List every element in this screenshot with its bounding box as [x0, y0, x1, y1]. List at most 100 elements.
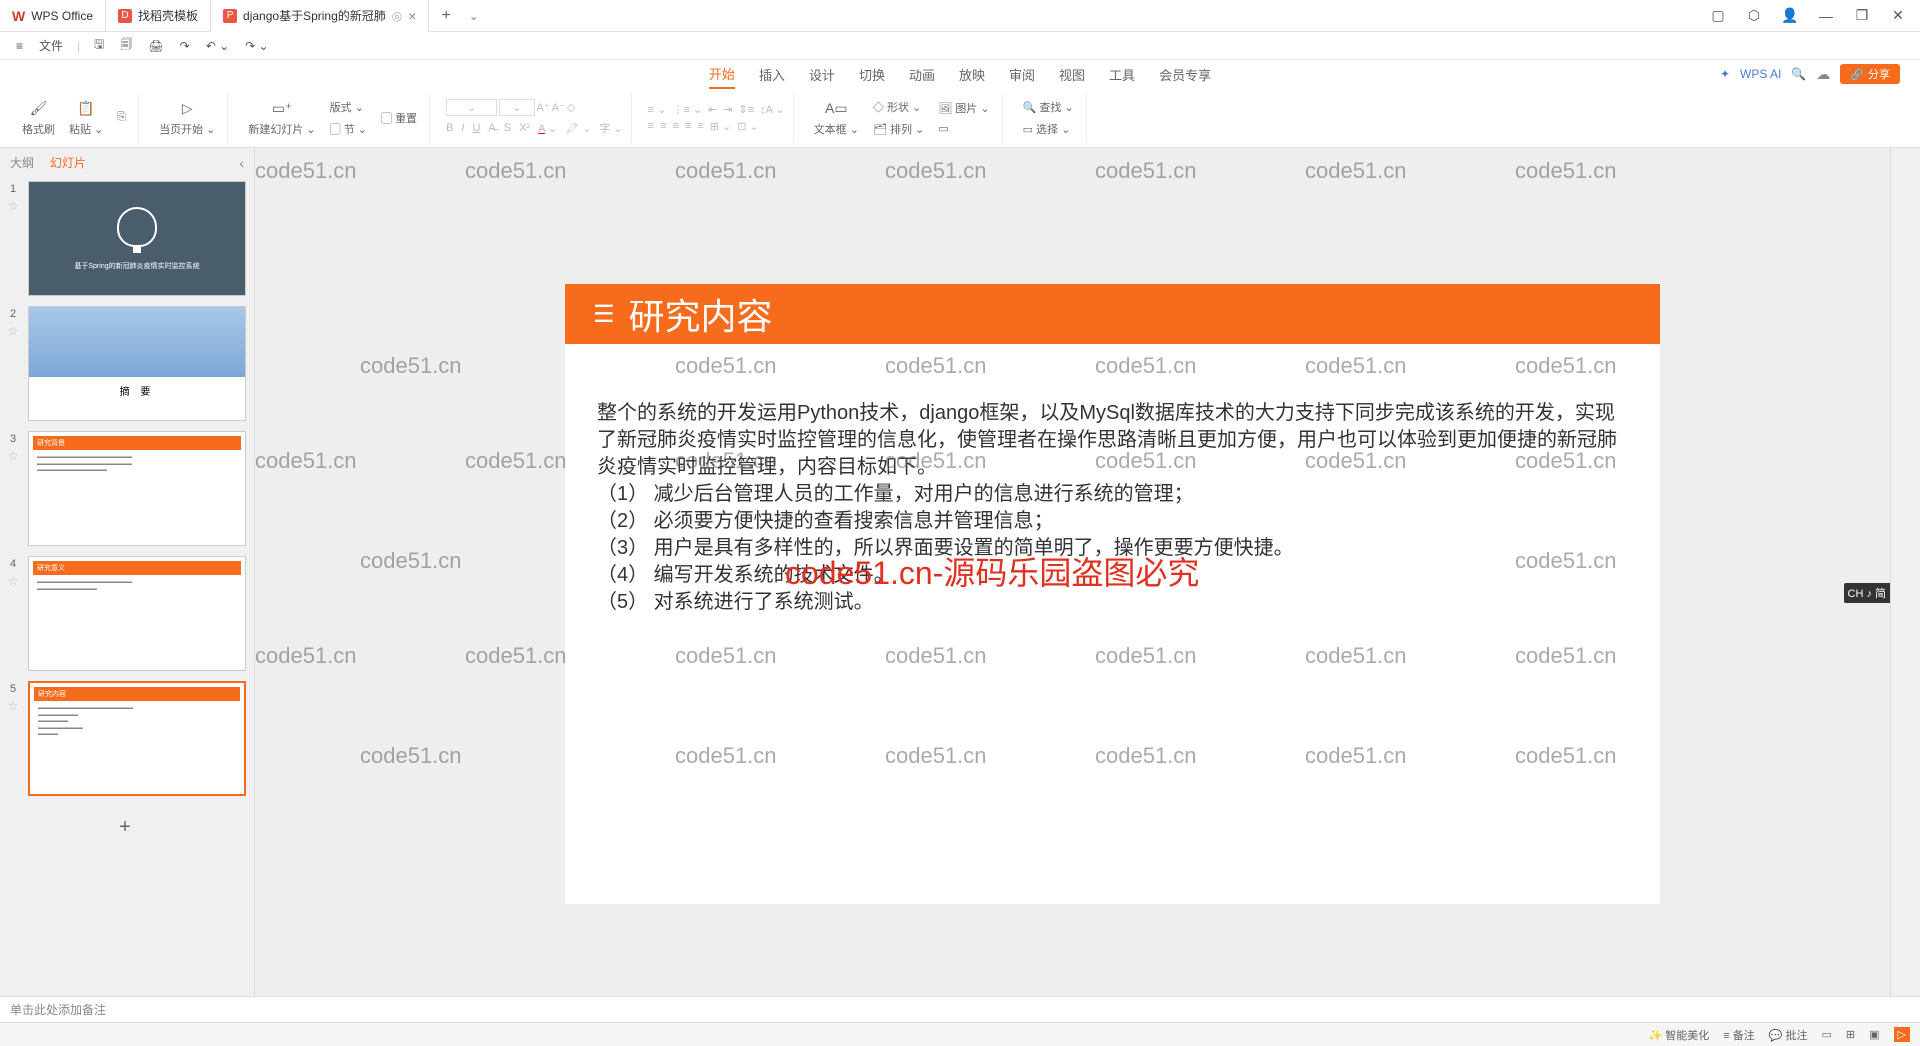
align-center-icon[interactable]: ≡	[660, 120, 666, 132]
slide-thumbnail-4[interactable]: 4☆ 研究意义 ▬▬▬▬▬▬▬▬▬▬▬▬▬▬▬▬▬▬▬▬▬▬▬▬▬▬▬▬▬▬▬	[4, 556, 246, 671]
shapes-button[interactable]: ◇ 形状 ⌄	[869, 97, 928, 117]
paste-button[interactable]: 📋 粘贴 ⌄	[65, 97, 107, 139]
notes-area[interactable]: 单击此处添加备注	[0, 996, 1920, 1022]
undo-icon[interactable]: ↶ ⌄	[200, 37, 235, 55]
font-selector[interactable]: ⌄	[446, 99, 497, 116]
font-color-arrow[interactable]: A ⌄	[538, 122, 557, 135]
ribbon-tab-slideshow[interactable]: 放映	[959, 61, 985, 88]
notes-toggle[interactable]: ≡ 备注	[1723, 1027, 1754, 1043]
right-properties-sidebar[interactable]	[1890, 148, 1920, 996]
outline-tab[interactable]: 大纲	[10, 154, 34, 171]
arrange-button[interactable]: 🗂 排列 ⌄	[869, 119, 928, 139]
star-icon[interactable]: ☆	[8, 574, 19, 588]
redo-icon[interactable]: ↷ ⌄	[239, 37, 274, 55]
cloud-icon[interactable]: ☁	[1816, 66, 1830, 83]
decrease-indent-icon[interactable]: ⇤	[708, 103, 717, 116]
star-icon[interactable]: ☆	[8, 324, 19, 338]
account-icon[interactable]: 👤	[1776, 2, 1804, 30]
superscript-icon[interactable]: X²	[519, 122, 530, 134]
reset-button[interactable]: ▢ 重置	[377, 108, 421, 128]
clear-format-icon[interactable]: ◇	[567, 101, 575, 114]
underline-icon[interactable]: U	[472, 122, 480, 134]
close-window-button[interactable]: ✕	[1884, 2, 1912, 30]
add-tab-button[interactable]: +	[429, 7, 462, 25]
strike-icon[interactable]: S	[504, 122, 511, 134]
select-button[interactable]: ▭ 选择 ⌄	[1019, 119, 1078, 139]
ribbon-tab-design[interactable]: 设计	[809, 61, 835, 88]
tab-wps-office[interactable]: W WPS Office	[0, 0, 106, 32]
font-size-selector[interactable]: ⌄	[499, 99, 534, 116]
align-right-icon[interactable]: ≡	[673, 120, 679, 132]
numbering-icon[interactable]: ⋮≡ ⌄	[672, 103, 702, 116]
comments-toggle[interactable]: 💬 批注	[1769, 1027, 1808, 1043]
align-dist-icon[interactable]: ≡	[697, 120, 703, 132]
tab-dropdown-icon[interactable]: ⌄	[469, 9, 479, 23]
bold-icon[interactable]: B	[446, 122, 453, 134]
search-icon[interactable]: 🔍	[1791, 67, 1806, 81]
increase-font-icon[interactable]: A⁺	[537, 101, 550, 114]
add-slide-button[interactable]: +	[4, 806, 246, 849]
columns-icon[interactable]: ⊞ ⌄	[710, 120, 732, 133]
layout-button[interactable]: 版式 ⌄	[326, 97, 371, 117]
close-icon[interactable]: ×	[408, 8, 416, 24]
section-button[interactable]: ▢ 节 ⌄	[326, 119, 371, 139]
print-preview-icon[interactable]: 🖨	[142, 37, 169, 55]
align-justify-icon[interactable]: ≡	[685, 120, 691, 132]
save-icon[interactable]: 🖫	[88, 33, 110, 58]
slide-content[interactable]: ☰ 研究内容 整个的系统的开发运用Python技术，django框架，以及MyS…	[565, 284, 1660, 904]
strikethrough-icon[interactable]: A̶	[488, 122, 495, 134]
pictures-button[interactable]: 🖼 图片 ⌄	[934, 98, 993, 118]
tab-menu-icon[interactable]: ◎	[392, 9, 402, 23]
smart-beautify-button[interactable]: ✨ 智能美化	[1648, 1027, 1709, 1043]
menu-icon[interactable]: ≡	[10, 37, 29, 55]
view-reading-icon[interactable]: ▣	[1869, 1028, 1879, 1041]
print-icon[interactable]: 🗐	[114, 33, 138, 58]
ime-indicator[interactable]: CH ♪ 简	[1844, 583, 1891, 603]
increase-indent-icon[interactable]: ⇥	[723, 103, 732, 116]
cube-icon[interactable]: ⬡	[1740, 2, 1768, 30]
find-button[interactable]: 🔍 查找 ⌄	[1019, 97, 1078, 117]
bullets-icon[interactable]: ≡ ⌄	[648, 103, 667, 116]
tab-daoke[interactable]: D 找稻壳模板	[106, 0, 211, 32]
textbox-button[interactable]: A▭ 文本框 ⌄	[810, 97, 863, 139]
slide-canvas-area[interactable]: ☰ 研究内容 整个的系统的开发运用Python技术，django框架，以及MyS…	[255, 148, 1890, 996]
star-icon[interactable]: ☆	[8, 199, 19, 213]
format-painter-button[interactable]: 🖌 格式刷	[18, 97, 59, 139]
slides-tab[interactable]: 幻灯片	[50, 154, 86, 171]
star-icon[interactable]: ☆	[8, 699, 19, 713]
view-normal-icon[interactable]: ▭	[1822, 1028, 1832, 1041]
play-from-current-button[interactable]: ▷ 当页开始 ⌄	[155, 97, 219, 139]
ribbon-tab-vip[interactable]: 会员专享	[1159, 61, 1211, 88]
maximize-button[interactable]: ❐	[1848, 2, 1876, 30]
minimize-button[interactable]: —	[1812, 2, 1840, 30]
align-left-icon[interactable]: ≡	[648, 120, 654, 132]
slide-thumbnail-3[interactable]: 3☆ 研究背景 ▬▬▬▬▬▬▬▬▬▬▬▬▬▬▬▬▬▬▬▬▬▬▬▬▬▬▬▬▬▬▬▬…	[4, 431, 246, 546]
star-icon[interactable]: ☆	[8, 449, 19, 463]
slide-thumbnail-1[interactable]: 1☆ 基于Spring的新冠肺炎疫情实时监控系统	[4, 181, 246, 296]
text-effect-icon[interactable]: 字 ⌄	[599, 120, 622, 136]
slide-thumbnail-2[interactable]: 2☆ 摘 要	[4, 306, 246, 421]
slide-thumbnail-5[interactable]: 5☆ 研究内容 ▬▬▬▬▬▬▬▬▬▬▬▬▬▬▬▬▬▬▬▬▬▬▬▬▬▬▬▬▬▬▬▬…	[4, 681, 246, 796]
fill-icon[interactable]: ▭	[934, 120, 993, 137]
ribbon-tab-insert[interactable]: 插入	[759, 61, 785, 88]
copy-icon[interactable]: ⎘	[113, 109, 130, 126]
new-slide-button[interactable]: ▭⁺ 新建幻灯片 ⌄	[244, 97, 319, 139]
wps-ai-button[interactable]: WPS AI	[1740, 67, 1781, 81]
align-vert-icon[interactable]: ⊡ ⌄	[737, 120, 759, 133]
collapse-sidebar-icon[interactable]: ‹	[239, 155, 244, 171]
view-slideshow-icon[interactable]: ▷	[1894, 1027, 1910, 1042]
line-spacing-icon[interactable]: ⇕≡	[739, 103, 755, 116]
decrease-font-icon[interactable]: A⁻	[552, 101, 565, 114]
tab-document[interactable]: P django基于Spring的新冠肺 ◎ ×	[211, 0, 429, 32]
box-icon[interactable]: ▢	[1704, 2, 1732, 30]
ribbon-tab-view[interactable]: 视图	[1059, 61, 1085, 88]
text-direction-icon[interactable]: ↕A ⌄	[760, 103, 785, 116]
ribbon-tab-start[interactable]: 开始	[709, 60, 735, 89]
slides-panel[interactable]: 1☆ 基于Spring的新冠肺炎疫情实时监控系统 2☆ 摘 要	[0, 177, 254, 996]
ribbon-tab-tools[interactable]: 工具	[1109, 61, 1135, 88]
file-menu[interactable]: 文件	[33, 35, 69, 56]
highlight-icon[interactable]: 🖍 ⌄	[565, 122, 591, 135]
italic-icon[interactable]: I	[461, 122, 464, 134]
ribbon-tab-review[interactable]: 审阅	[1009, 61, 1035, 88]
share-button[interactable]: 🔗 分享	[1840, 64, 1900, 84]
